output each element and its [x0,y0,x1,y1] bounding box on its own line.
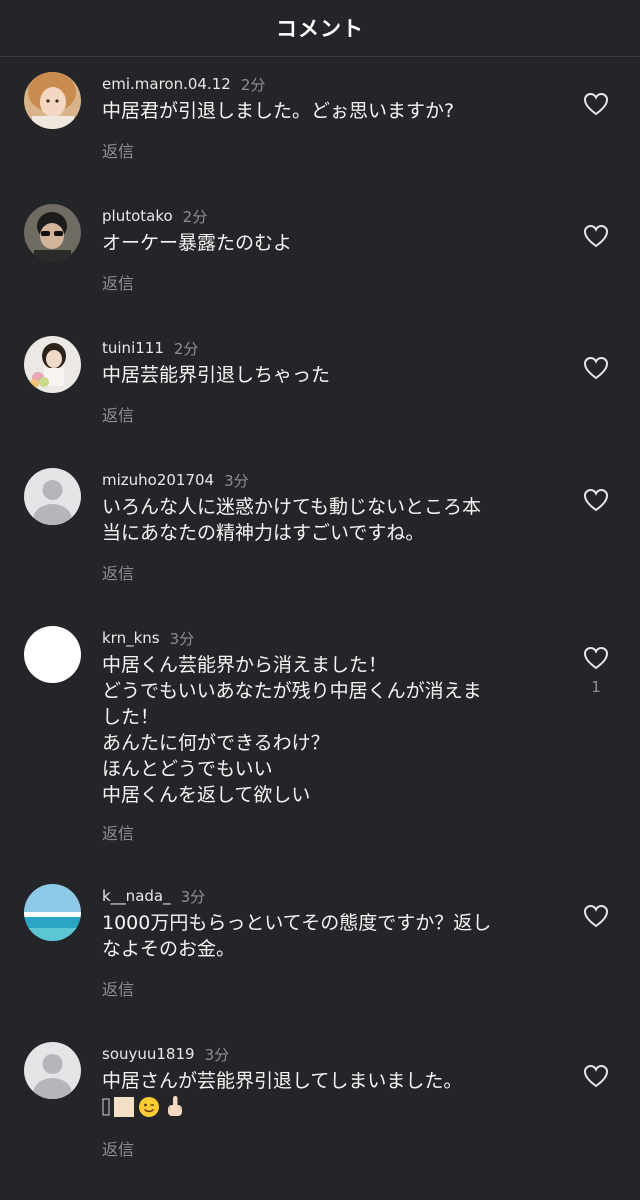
timestamp: 3分 [224,471,249,490]
comment-meta: souyuu1819 3分 [102,1042,229,1066]
heart-icon [583,92,609,116]
sheet-title: コメント [276,17,364,41]
comment-line: 中居さんが芸能界引退してしまいました。 [102,1070,463,1092]
comment-text: いろんな人に迷惑かけても動じないところ本 当にあなたの精神力はすごいですね。 [102,494,564,546]
comment-line: 中居君が引退しました。どぉ思いますか? [102,100,455,122]
comment-line: 1000万円もらっといてその態度ですか？返し [102,912,492,934]
timestamp: 3分 [204,1045,230,1064]
like-button[interactable] [582,1064,610,1092]
reply-button[interactable]: 返信 [102,820,134,844]
like-button[interactable]: 1 [582,646,610,696]
comments-sheet: コメント emi.maron.04.12 2分 中居君が引退しました。どぉ思いま… [0,0,640,1200]
comment-line: 中居くんを返して欲しい [102,784,311,806]
comment-item: mizuho201704 3分 いろんな人に迷惑かけても動じないところ本 当にあ… [0,468,640,594]
username[interactable]: emi.maron.04.12 [102,75,231,93]
heart-icon [583,1064,609,1088]
avatar[interactable] [24,204,81,261]
middle-finger-icon [168,1096,182,1116]
reply-button[interactable]: 返信 [102,976,134,1000]
timestamp: 3分 [169,629,195,648]
username[interactable]: k__nada_ [102,887,171,905]
comment-line: オーケー暴露たのむよ [102,232,293,254]
avatar[interactable] [24,626,81,683]
username[interactable]: tuini111 [102,339,164,357]
comment-line: いろんな人に迷惑かけても動じないところ本 [102,496,482,518]
comment-meta: krn_kns 3分 [102,626,194,650]
emoji-row [102,1094,564,1120]
like-count: 1 [591,678,601,696]
avatar[interactable] [24,336,81,393]
broken-glyph-icon [102,1098,110,1116]
username[interactable]: souyuu1819 [102,1045,195,1063]
comment-line: あんたに何ができるわけ？ [102,732,330,754]
reply-button[interactable]: 返信 [102,560,134,584]
comment-item: souyuu1819 3分 中居さんが芸能界引退してしまいました。 返信 [0,1042,640,1172]
comment-text: 中居君が引退しました。どぉ思いますか? [102,98,564,124]
username[interactable]: krn_kns [102,629,160,647]
timestamp: 3分 [180,887,206,906]
comment-meta: tuini111 2分 [102,336,198,360]
timestamp: 2分 [173,339,199,358]
heart-icon [583,488,609,512]
username[interactable]: mizuho201704 [102,471,214,489]
reply-button[interactable]: 返信 [102,138,134,162]
like-button[interactable] [582,92,610,120]
comment-meta: emi.maron.04.12 2分 [102,72,265,96]
avatar[interactable] [24,72,81,129]
heart-icon [583,646,609,670]
comment-item: k__nada_ 3分 1000万円もらっといてその態度ですか？返し なよそのお… [0,884,640,1010]
comment-item: plutotako 2分 オーケー暴露たのむよ 返信 [0,204,640,304]
comment-meta: plutotako 2分 [102,204,207,228]
comment-item: tuini111 2分 中居芸能界引退しちゃった 返信 [0,336,640,436]
avatar[interactable] [24,468,81,525]
comment-line: なよそのお金。 [102,938,236,960]
heart-icon [583,224,609,248]
reply-button[interactable]: 返信 [102,270,134,294]
avatar[interactable] [24,884,81,941]
comment-meta: mizuho201704 3分 [102,468,249,492]
comment-text: 中居芸能界引退しちゃった [102,362,564,388]
timestamp: 2分 [240,75,266,94]
comment-text: 1000万円もらっといてその態度ですか？返し なよそのお金。 [102,910,564,962]
like-button[interactable] [582,224,610,252]
avatar[interactable] [24,1042,81,1099]
comment-text: 中居くん芸能界から消えました！ どうでもいいあなたが残り中居くんが消えま した！… [102,652,564,808]
comment-line: ほんとどうでもいい [102,758,273,780]
comment-text: 中居さんが芸能界引退してしまいました。 [102,1068,564,1120]
winking-face-icon [139,1097,159,1117]
reply-button[interactable]: 返信 [102,1136,134,1160]
comment-line: した！ [102,706,160,728]
sheet-header: コメント [0,0,640,57]
heart-icon [583,904,609,928]
like-button[interactable] [582,356,610,384]
comment-text: オーケー暴露たのむよ [102,230,564,256]
comment-line: どうでもいいあなたが残り中居くんが消えま [102,680,482,702]
username[interactable]: plutotako [102,207,173,225]
skin-tone-square-icon [114,1097,134,1117]
comment-line: 中居くん芸能界から消えました！ [102,654,388,676]
heart-icon [583,356,609,380]
comment-item: emi.maron.04.12 2分 中居君が引退しました。どぉ思いますか? 返… [0,72,640,172]
like-button[interactable] [582,904,610,932]
timestamp: 2分 [182,207,208,226]
comment-line: 当にあなたの精神力はすごいですね。 [102,522,425,544]
comment-item: krn_kns 3分 中居くん芸能界から消えました！ どうでもいいあなたが残り中… [0,626,640,856]
comment-meta: k__nada_ 3分 [102,884,205,908]
comment-line: 中居芸能界引退しちゃった [102,364,331,386]
reply-button[interactable]: 返信 [102,402,134,426]
like-button[interactable] [582,488,610,516]
